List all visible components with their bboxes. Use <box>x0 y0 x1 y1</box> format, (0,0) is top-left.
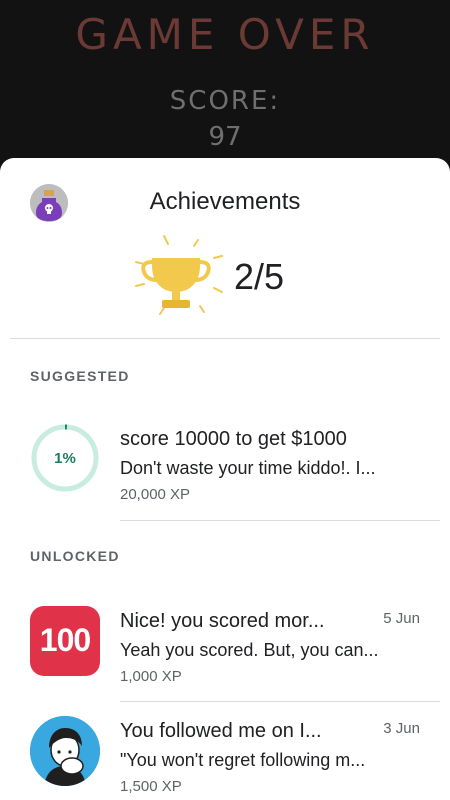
score-label: SCORE: <box>169 86 281 116</box>
divider <box>120 701 440 702</box>
achievement-date: 5 Jun <box>383 610 420 627</box>
achievements-count: 2/5 <box>234 256 285 297</box>
achievement-title: You followed me on I... <box>120 720 322 742</box>
unlocked-achievement-item[interactable]: You followed me on I... 3 Jun "You won't… <box>0 714 450 800</box>
achievement-xp: 1,500 XP <box>120 778 182 795</box>
badge-label: 100 <box>39 622 91 658</box>
unlocked-achievement-item[interactable]: 100 Nice! you scored mor... 5 Jun Yeah y… <box>0 604 450 694</box>
achievement-description: "You won't regret following m... <box>120 750 366 770</box>
achievement-date: 3 Jun <box>383 720 420 737</box>
section-label-suggested: SUGGESTED <box>30 368 130 384</box>
suggested-achievement-item[interactable]: 1% score 10000 to get $1000 Don't waste … <box>0 420 450 510</box>
achievement-title: score 10000 to get $1000 <box>120 428 347 450</box>
divider <box>10 338 440 339</box>
game-over-screen: GAME OVER SCORE: 97 <box>0 0 450 170</box>
avatar-illustration-icon <box>30 716 100 786</box>
section-label-unlocked: UNLOCKED <box>30 548 120 564</box>
achievements-sheet: Achievements 2/5 SUGGESTED 1% score 1000… <box>0 158 450 800</box>
achievements-title: Achievements <box>149 188 301 215</box>
achievement-description: Don't waste your time kiddo!. I... <box>120 458 376 478</box>
progress-percent: 1% <box>54 450 76 467</box>
achievement-description: Yeah you scored. But, you can... <box>120 640 379 660</box>
achievement-xp: 1,000 XP <box>120 668 182 685</box>
achievement-title: Nice! you scored mor... <box>120 610 325 632</box>
game-over-title: GAME OVER <box>75 10 375 59</box>
achievement-xp: 20,000 XP <box>120 486 191 503</box>
trophy-icon <box>130 228 230 328</box>
divider <box>120 520 440 521</box>
score-value: 97 <box>208 122 242 152</box>
